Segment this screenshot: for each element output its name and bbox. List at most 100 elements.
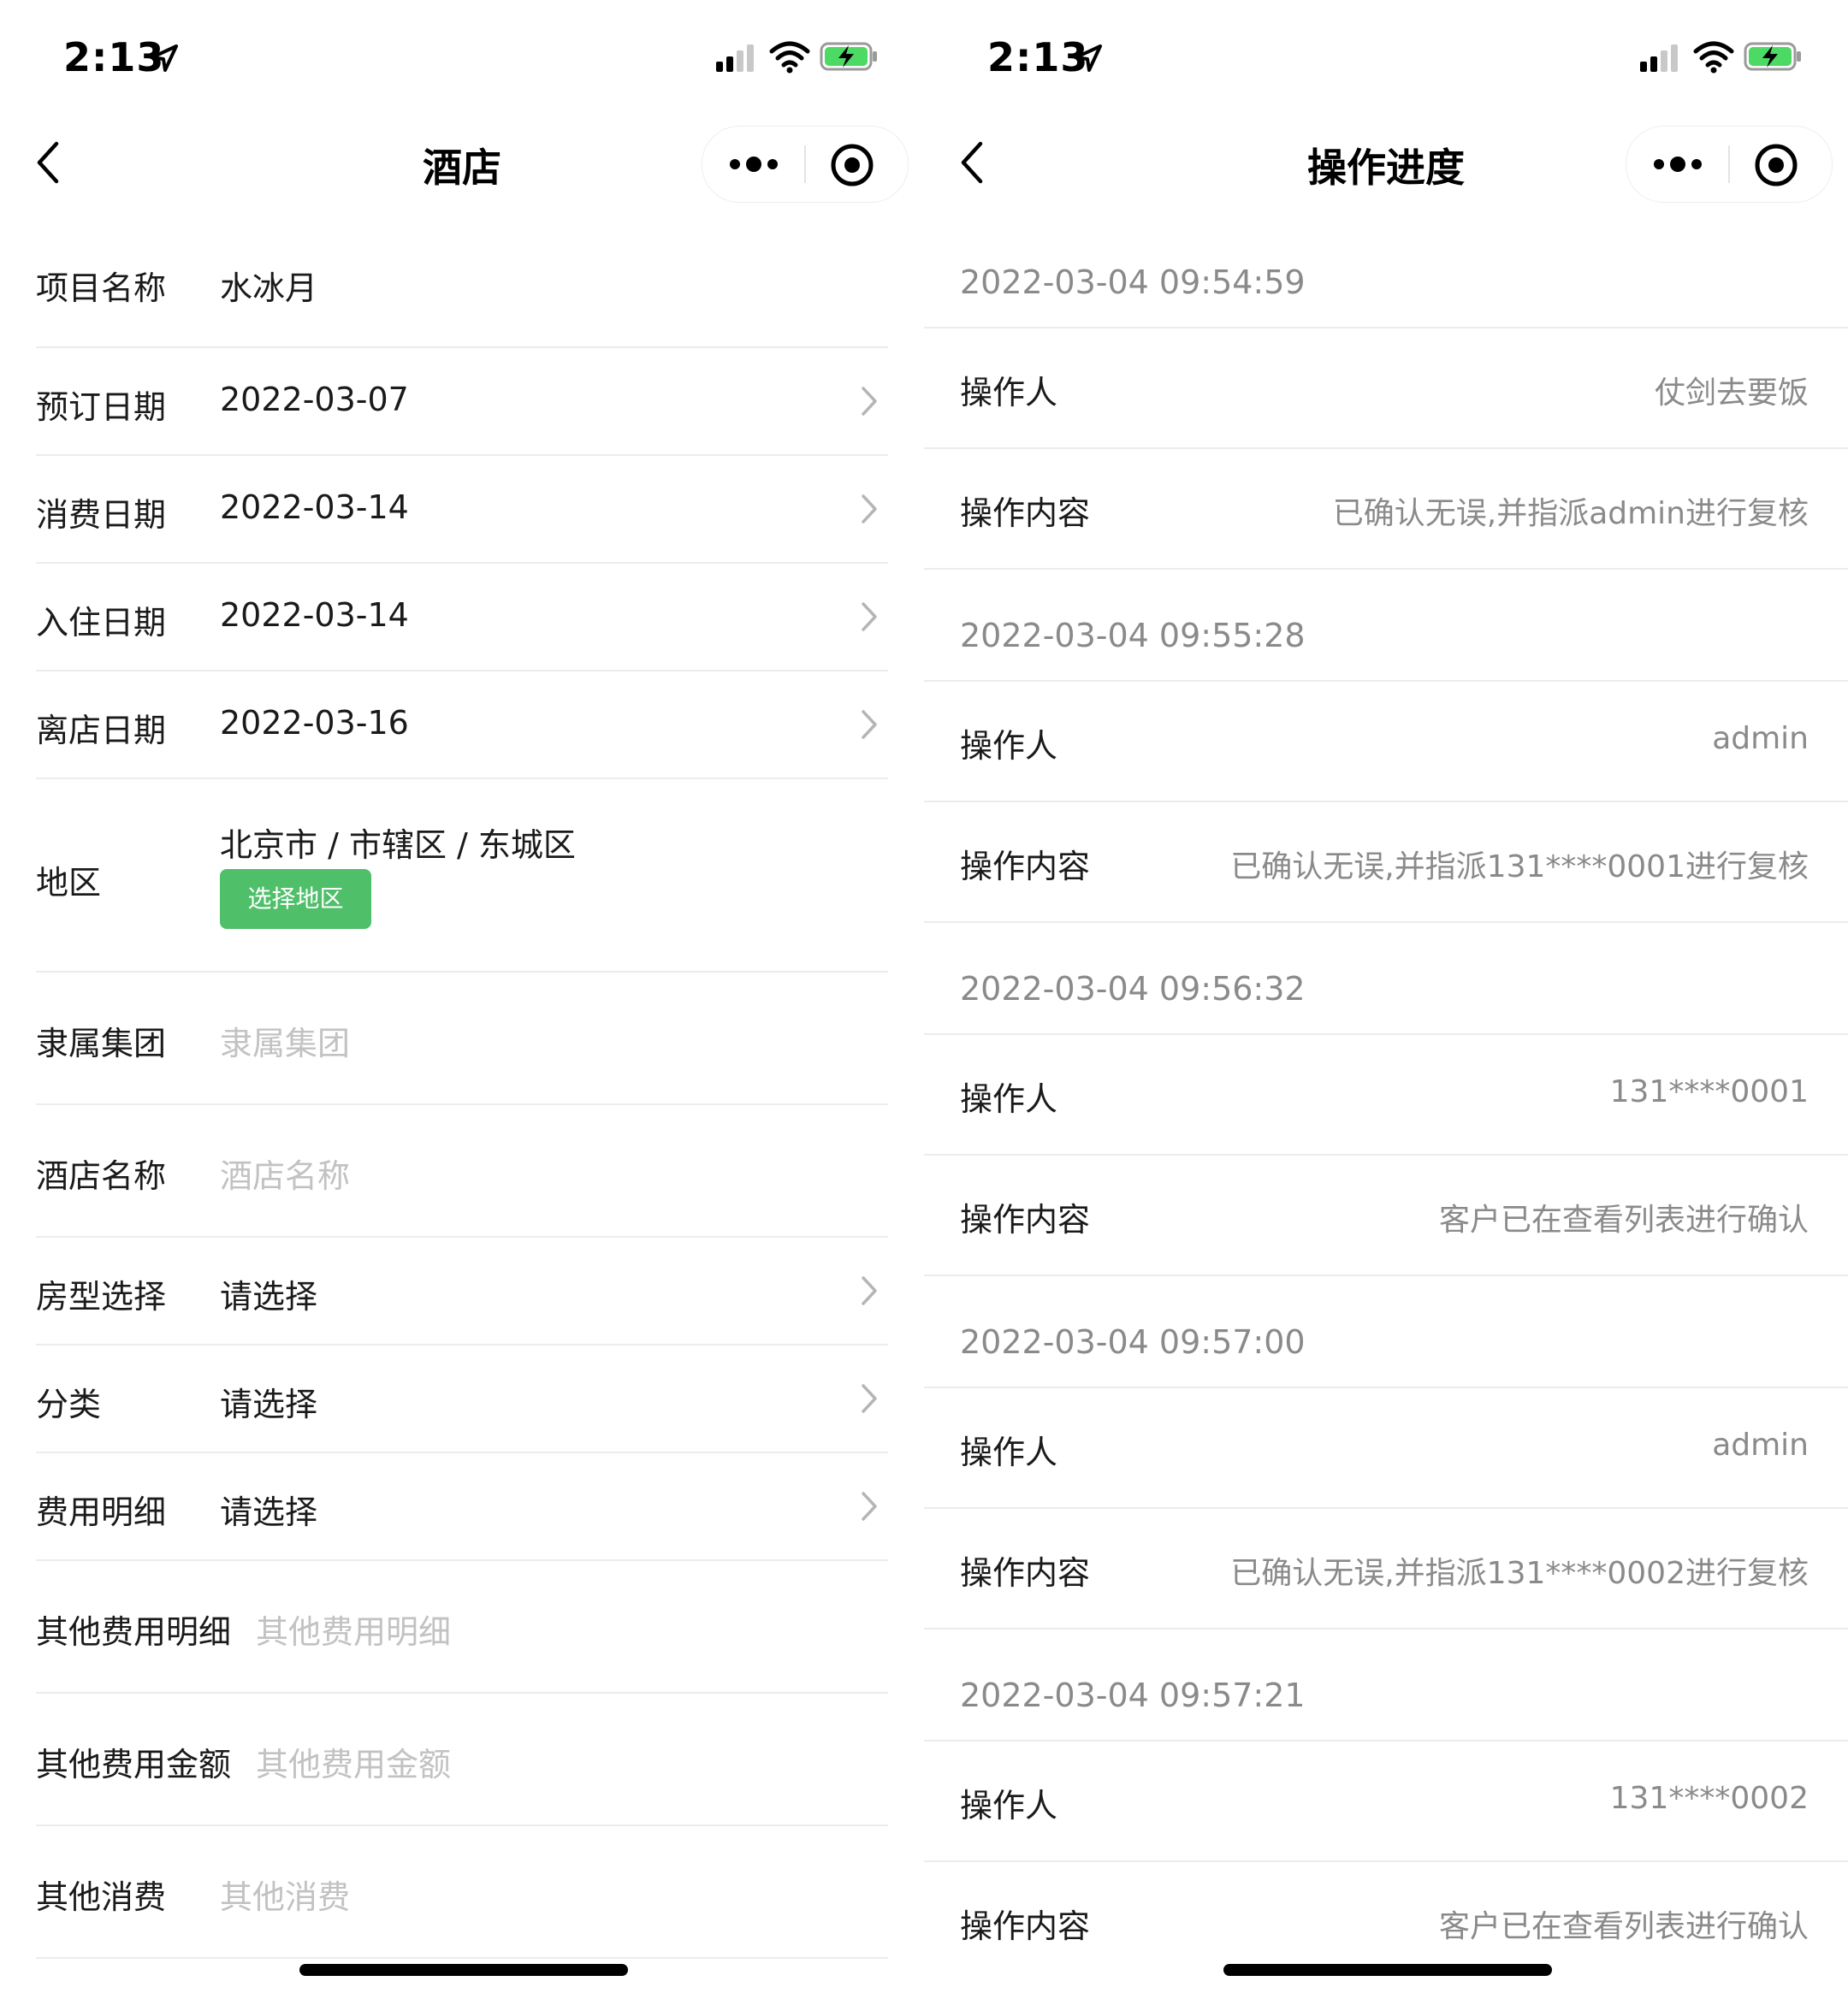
mini-program-capsule — [1626, 126, 1833, 203]
log-content-row: 操作内容 已确认无误,并指派admin进行复核 — [924, 447, 1848, 569]
content-value: 已确认无误,并指派131****0002进行复核 — [1230, 1556, 1809, 1591]
log-timestamp: 2022-03-04 09:57:00 — [960, 1323, 1306, 1361]
battery-charging-icon — [820, 42, 877, 71]
more-dots-icon[interactable] — [726, 145, 781, 183]
chevron-right-icon — [862, 1492, 877, 1521]
project-name-value[interactable]: 水冰月 — [220, 262, 317, 309]
consume-date-row[interactable]: 消费日期 2022-03-14 — [36, 456, 888, 564]
operator-label: 操作人 — [960, 727, 1058, 765]
category-label: 分类 — [36, 1386, 102, 1423]
fee-detail-label: 费用明细 — [36, 1493, 167, 1531]
checkout-date-label: 离店日期 — [36, 712, 167, 749]
log-content-row: 操作内容 已确认无误,并指派131****0002进行复核 — [924, 1507, 1848, 1629]
content-label: 操作内容 — [960, 1201, 1091, 1239]
region-row: 地区 北京市 / 市辖区 / 东城区 选择地区 — [36, 779, 888, 973]
close-target-icon[interactable] — [1753, 142, 1799, 188]
operator-label: 操作人 — [960, 1787, 1058, 1825]
room-type-label: 房型选择 — [36, 1278, 167, 1316]
room-type-select[interactable]: 请选择 — [220, 1270, 317, 1317]
other-fee-amount-input[interactable]: 其他费用金额 — [256, 1738, 451, 1785]
content-label: 操作内容 — [960, 848, 1091, 885]
chevron-right-icon — [862, 602, 877, 631]
hotel-name-input[interactable]: 酒店名称 — [220, 1150, 350, 1197]
region-value: 北京市 / 市辖区 / 东城区 — [220, 826, 576, 864]
checkout-date-row[interactable]: 离店日期 2022-03-16 — [36, 671, 888, 779]
chevron-right-icon — [862, 710, 877, 739]
fee-detail-row[interactable]: 费用明细 请选择 — [36, 1453, 888, 1561]
checkin-date-value[interactable]: 2022-03-14 — [220, 596, 409, 634]
checkin-date-label: 入住日期 — [36, 604, 167, 642]
chevron-right-icon — [862, 1276, 877, 1305]
log-content-row: 操作内容 已确认无误,并指派131****0001进行复核 — [924, 801, 1848, 922]
log-content-row: 操作内容 客户已在查看列表进行确认 — [924, 1154, 1848, 1275]
content-label: 操作内容 — [960, 494, 1091, 532]
battery-charging-icon — [1744, 42, 1801, 71]
operator-label: 操作人 — [960, 1080, 1058, 1118]
category-row[interactable]: 分类 请选择 — [36, 1345, 888, 1453]
booking-date-label: 预订日期 — [36, 388, 167, 426]
divider — [924, 1275, 1848, 1276]
other-consume-row: 其他消费 其他消费 — [36, 1826, 888, 1959]
log-timestamp: 2022-03-04 09:54:59 — [960, 263, 1306, 301]
more-dots-icon[interactable] — [1650, 145, 1705, 183]
home-indicator — [1223, 1964, 1552, 1976]
content-label: 操作内容 — [960, 1907, 1091, 1945]
content-value: 客户已在查看列表进行确认 — [1438, 1909, 1809, 1944]
signal-icon — [716, 44, 754, 72]
other-fee-amount-label: 其他费用金额 — [36, 1746, 232, 1783]
navigation-bar: 酒店 — [0, 111, 924, 214]
booking-date-row[interactable]: 预订日期 2022-03-07 — [36, 348, 888, 456]
consume-date-value[interactable]: 2022-03-14 — [220, 488, 409, 526]
status-bar: 2:13 — [0, 0, 924, 103]
operator-value: 131****0001 — [1609, 1074, 1809, 1109]
checkin-date-row[interactable]: 入住日期 2022-03-14 — [36, 564, 888, 671]
hotel-form-screen: 2:13 酒店 项目名称 水冰月 预订日期 2022-03-07 消费日期 20… — [0, 0, 924, 1999]
group-input[interactable]: 隶属集团 — [220, 1017, 350, 1064]
mini-program-capsule — [702, 126, 909, 203]
wifi-icon — [769, 41, 810, 74]
wifi-icon — [1693, 41, 1734, 74]
signal-icon — [1640, 44, 1678, 72]
room-type-row[interactable]: 房型选择 请选择 — [36, 1238, 888, 1345]
group-row: 隶属集团 隶属集团 — [36, 973, 888, 1105]
operator-label: 操作人 — [960, 1434, 1058, 1471]
operator-value: 131****0002 — [1609, 1781, 1809, 1816]
content-value: 已确认无误,并指派admin进行复核 — [1332, 496, 1809, 531]
divider — [924, 1628, 1848, 1629]
other-fee-detail-input[interactable]: 其他费用明细 — [256, 1606, 451, 1653]
capsule-divider — [1728, 145, 1730, 183]
log-operator-row: 操作人 admin — [924, 1387, 1848, 1508]
other-consume-input[interactable]: 其他消费 — [220, 1871, 350, 1918]
operator-value: admin — [1712, 721, 1809, 756]
category-select[interactable]: 请选择 — [220, 1378, 317, 1425]
checkout-date-value[interactable]: 2022-03-16 — [220, 704, 409, 742]
location-arrow-icon — [1075, 44, 1102, 72]
log-operator-row: 操作人 131****0001 — [924, 1033, 1848, 1155]
divider — [924, 568, 1848, 570]
project-name-label: 项目名称 — [36, 269, 167, 307]
log-operator-row: 操作人 admin — [924, 680, 1848, 801]
content-label: 操作内容 — [960, 1554, 1091, 1592]
fee-detail-select[interactable]: 请选择 — [220, 1486, 317, 1533]
chevron-right-icon — [862, 387, 877, 416]
home-indicator — [299, 1964, 628, 1976]
navigation-bar: 操作进度 — [924, 111, 1848, 214]
hotel-name-row: 酒店名称 酒店名称 — [36, 1105, 888, 1238]
consume-date-label: 消费日期 — [36, 496, 167, 534]
group-label: 隶属集团 — [36, 1025, 167, 1062]
chevron-right-icon — [862, 494, 877, 523]
close-target-icon[interactable] — [829, 142, 875, 188]
capsule-divider — [804, 145, 806, 183]
booking-date-value[interactable]: 2022-03-07 — [220, 381, 409, 418]
other-fee-amount-row: 其他费用金额 其他费用金额 — [36, 1694, 888, 1826]
hotel-name-label: 酒店名称 — [36, 1157, 167, 1195]
select-region-button[interactable]: 选择地区 — [220, 869, 371, 929]
operator-value: 仗剑去要饭 — [1654, 376, 1809, 411]
status-bar: 2:13 — [924, 0, 1848, 103]
divider — [924, 921, 1848, 923]
region-label: 地区 — [36, 864, 102, 902]
location-arrow-icon — [151, 44, 178, 72]
content-value: 已确认无误,并指派131****0001进行复核 — [1230, 849, 1809, 884]
other-fee-detail-label: 其他费用明细 — [36, 1613, 232, 1651]
log-timestamp: 2022-03-04 09:55:28 — [960, 617, 1306, 654]
